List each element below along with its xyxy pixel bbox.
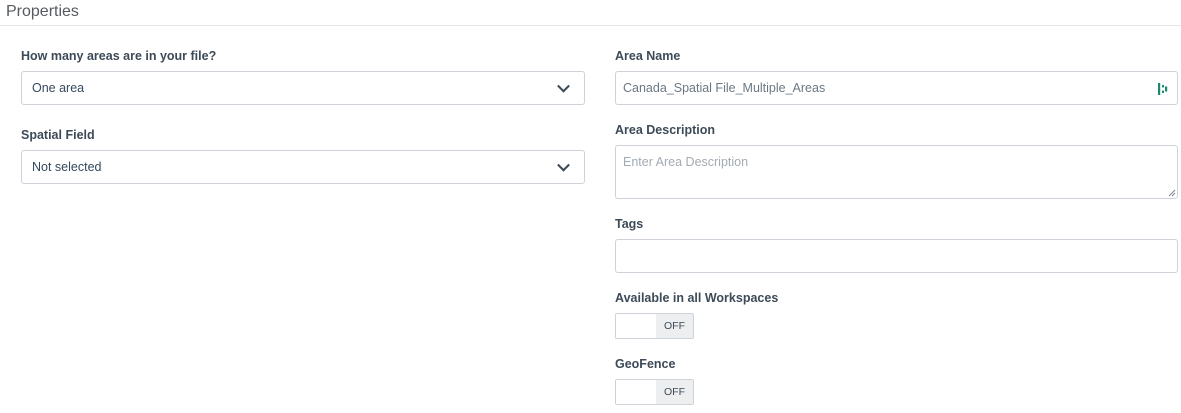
area-name-input[interactable]: Canada_Spatial File_Multiple_Areas [615, 71, 1178, 105]
toggle-state-label: OFF [656, 380, 693, 404]
chevron-down-icon [557, 79, 570, 93]
section-divider [0, 25, 1181, 26]
password-manager-icon[interactable] [1157, 82, 1169, 96]
geofence-toggle[interactable]: OFF [615, 379, 694, 405]
area-description-textarea[interactable]: Enter Area Description [615, 145, 1178, 199]
toggle-knob [616, 380, 656, 404]
area-description-placeholder: Enter Area Description [623, 155, 749, 169]
areas-count-label: How many areas are in your file? [21, 49, 217, 63]
available-all-workspaces-label: Available in all Workspaces [615, 291, 779, 305]
areas-count-select[interactable]: One area [21, 71, 585, 105]
properties-panel: Properties How many areas are in your fi… [0, 0, 1181, 413]
geofence-label: GeoFence [615, 357, 676, 371]
toggle-state-label: OFF [656, 314, 693, 338]
chevron-down-icon [557, 158, 570, 172]
tags-input[interactable] [615, 239, 1178, 273]
spatial-field-select[interactable]: Not selected [21, 150, 585, 184]
areas-count-selected-value: One area [32, 81, 85, 95]
area-description-label: Area Description [615, 123, 716, 137]
area-name-value: Canada_Spatial File_Multiple_Areas [623, 81, 826, 95]
available-all-workspaces-toggle[interactable]: OFF [615, 313, 694, 339]
spatial-field-selected-value: Not selected [32, 160, 102, 174]
section-title: Properties [6, 3, 79, 20]
resize-grip-icon[interactable] [1168, 189, 1176, 197]
area-name-label: Area Name [615, 49, 681, 63]
spatial-field-label: Spatial Field [21, 128, 95, 142]
toggle-knob [616, 314, 656, 338]
tags-label: Tags [615, 217, 644, 231]
